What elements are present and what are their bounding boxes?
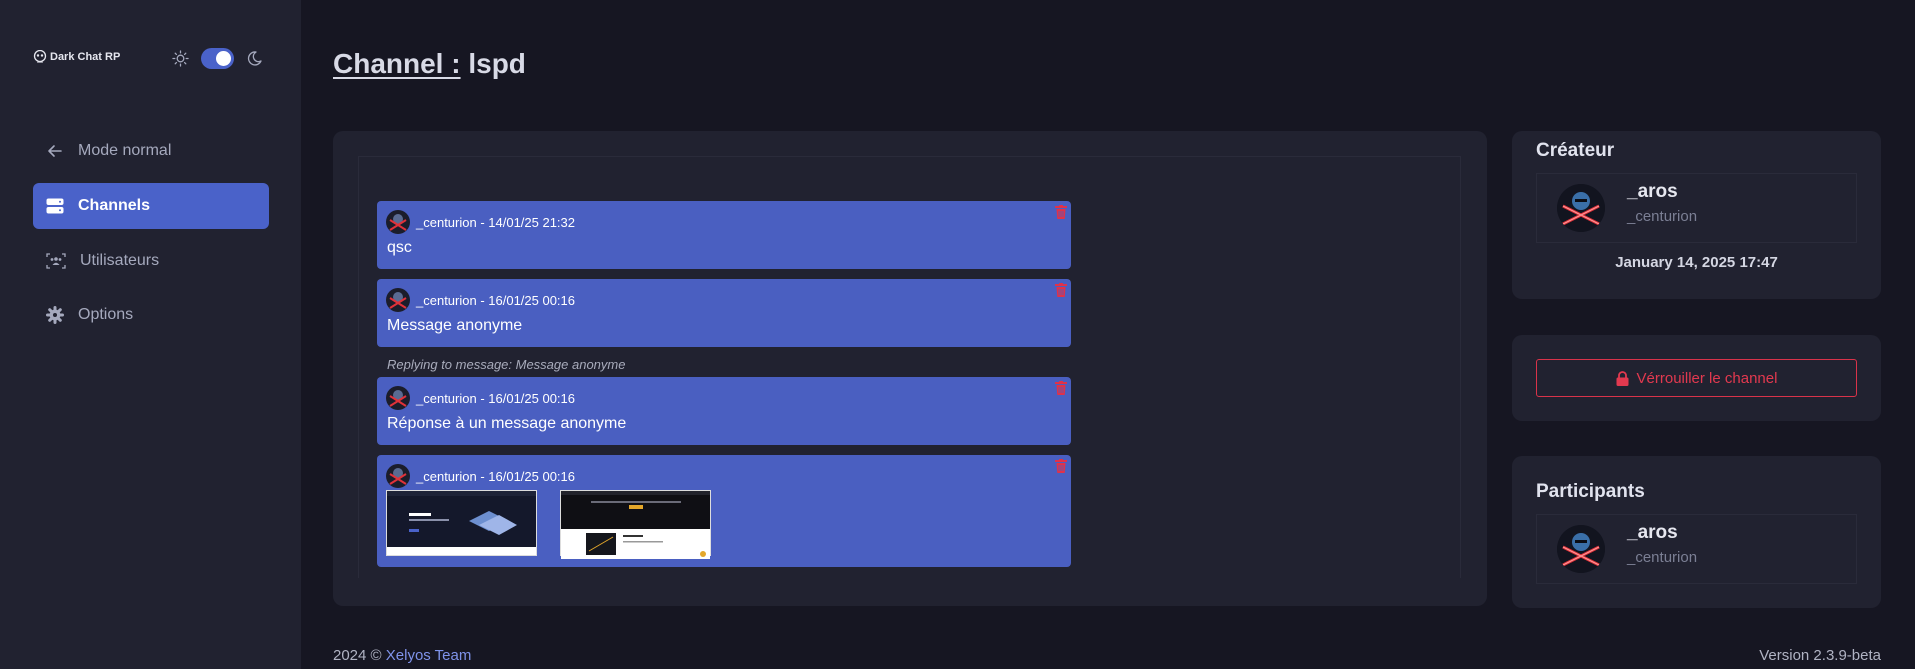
message[interactable]: _centurion - 16/01/25 00:16 <box>377 455 1071 567</box>
message[interactable]: _centurion - 14/01/25 21:32 qsc <box>377 201 1071 269</box>
sidebar-item-label: Utilisateurs <box>80 252 160 269</box>
message[interactable]: _centurion - 16/01/25 00:16 Message anon… <box>377 279 1071 347</box>
sidebar-item-channels[interactable]: Channels <box>33 183 269 229</box>
trash-icon[interactable] <box>1055 205 1067 219</box>
participant-handle: _centurion <box>1627 549 1698 566</box>
attachment-thumbnail[interactable] <box>560 490 711 559</box>
brand[interactable]: Dark Chat RP <box>33 50 120 64</box>
message-header: _centurion - 16/01/25 00:16 <box>386 386 575 410</box>
footer-copyright: 2024 © Xelyos Team <box>333 647 471 664</box>
trash-icon[interactable] <box>1055 459 1067 473</box>
reply-note: Replying to message: Message anonyme <box>387 357 626 372</box>
creator-user[interactable]: _aros _centurion <box>1536 173 1857 243</box>
page-title: Channel : lspd <box>333 48 526 80</box>
copyright-text: 2024 © <box>333 647 382 664</box>
gear-icon <box>46 306 64 324</box>
participant-item[interactable]: _aros _centurion <box>1536 514 1857 584</box>
trash-icon[interactable] <box>1055 283 1067 297</box>
message-text: Message anonyme <box>387 317 523 334</box>
message-header: _centurion - 14/01/25 21:32 <box>386 210 575 234</box>
lock-channel-button[interactable]: Vérrouiller le channel <box>1536 359 1857 397</box>
message-header: _centurion - 16/01/25 00:16 <box>386 464 575 488</box>
message-meta: _centurion - 14/01/25 21:32 <box>416 214 576 230</box>
attachment-thumbnail[interactable] <box>386 490 537 556</box>
theme-toggle[interactable] <box>201 48 234 69</box>
creator-handle: _centurion <box>1627 208 1698 225</box>
page-title-label: Channel : <box>333 48 461 79</box>
message-text: qsc <box>387 239 412 256</box>
creator-name: _aros <box>1627 181 1678 202</box>
participants-title: Participants <box>1536 481 1645 502</box>
arrow-left-icon <box>48 145 62 157</box>
lock-channel-label: Vérrouiller le channel <box>1636 369 1778 387</box>
message-meta: _centurion - 16/01/25 00:16 <box>416 390 576 406</box>
message-meta: _centurion - 16/01/25 00:16 <box>416 468 576 484</box>
sidebar-item-utilisateurs[interactable]: Utilisateurs <box>33 238 269 284</box>
sun-icon <box>172 50 189 67</box>
lock-icon <box>1616 370 1629 386</box>
team-link[interactable]: Xelyos Team <box>386 647 472 664</box>
avatar <box>386 464 410 488</box>
message-header: _centurion - 16/01/25 00:16 <box>386 288 575 312</box>
trash-icon[interactable] <box>1055 381 1067 395</box>
sidebar-item-mode-normal[interactable]: Mode normal <box>33 128 269 174</box>
avatar <box>386 386 410 410</box>
message-meta: _centurion - 16/01/25 00:16 <box>416 292 576 308</box>
avatar <box>386 288 410 312</box>
moon-icon <box>247 51 262 66</box>
sidebar-item-options[interactable]: Options <box>33 292 269 338</box>
brand-name: Dark Chat RP <box>50 51 121 63</box>
avatar <box>1557 525 1605 573</box>
avatar <box>386 210 410 234</box>
creator-title: Créateur <box>1536 140 1615 161</box>
lock-card: Vérrouiller le channel <box>1512 335 1881 421</box>
sidebar-item-label: Mode normal <box>78 142 172 159</box>
participant-name: _aros <box>1627 522 1678 543</box>
sidebar-item-label: Channels <box>78 197 151 214</box>
chat-panel: _centurion - 14/01/25 21:32 qsc _centuri… <box>333 131 1487 606</box>
message[interactable]: _centurion - 16/01/25 00:16 Réponse à un… <box>377 377 1071 445</box>
users-icon <box>46 253 66 269</box>
brand-logo-icon <box>33 50 47 63</box>
message-text: Réponse à un message anonyme <box>387 415 627 432</box>
server-icon <box>46 198 64 214</box>
theme-switch <box>172 48 263 69</box>
toggle-knob <box>216 51 231 66</box>
creator-card: Créateur _aros _centurion January 14, 20… <box>1512 131 1881 299</box>
channel-name: lspd <box>468 48 526 79</box>
participants-card: Participants _aros _centurion <box>1512 456 1881 608</box>
footer-version: Version 2.3.9-beta <box>1759 647 1881 664</box>
avatar <box>1557 184 1605 232</box>
sidebar: Dark Chat RP Mode normal Channels Utilis… <box>0 0 301 669</box>
creation-date: January 14, 2025 17:47 <box>1615 254 1778 271</box>
sidebar-item-label: Options <box>78 306 134 323</box>
